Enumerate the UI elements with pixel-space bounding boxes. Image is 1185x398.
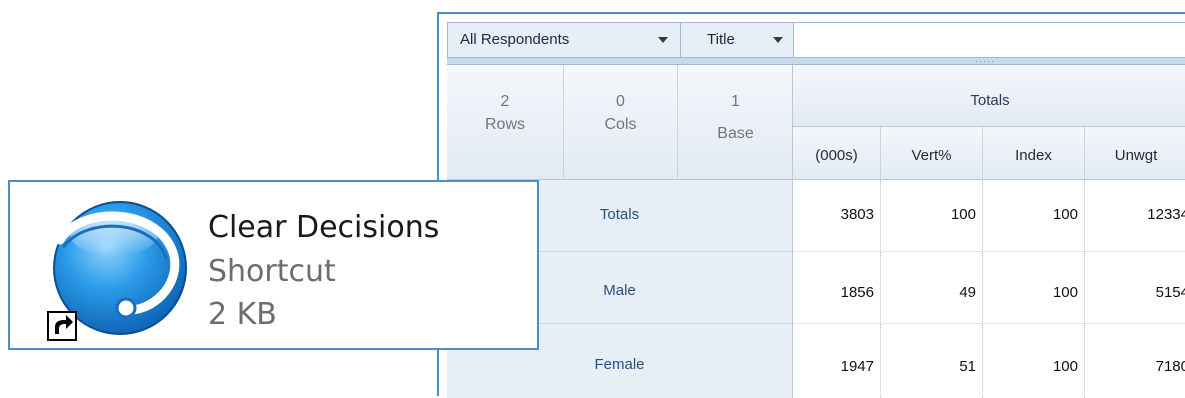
table-cell[interactable]: 100 [881, 180, 983, 252]
rows-summary[interactable]: 2 Rows [447, 65, 564, 180]
shortcut-tile[interactable]: Clear Decisions Shortcut 2 KB [8, 180, 539, 350]
splitter-handle[interactable]: ····· [447, 56, 1185, 66]
column-header[interactable]: (000s) [793, 127, 881, 180]
table-cell[interactable]: 7180 [1085, 324, 1185, 398]
shortcut-name: Clear Decisions [208, 210, 440, 245]
table-cell[interactable]: 100 [983, 180, 1085, 252]
shortcut-type: Shortcut [208, 254, 336, 289]
base-summary[interactable]: 1 Base [678, 65, 793, 180]
respondents-dropdown[interactable]: All Respondents [448, 23, 681, 57]
table-cell[interactable]: 5154 [1085, 252, 1185, 324]
column-group-header: Totals [793, 65, 1185, 127]
table-cell[interactable]: 1947 [793, 324, 881, 398]
column-header[interactable]: Index [983, 127, 1085, 180]
table-cell[interactable]: 49 [881, 252, 983, 324]
crosstab-window: All Respondents Title ····· 2 Rows 0 Col… [437, 12, 1185, 398]
clear-decisions-globe-icon [47, 201, 187, 341]
table-cell[interactable]: 12334 [1085, 180, 1185, 252]
table-cell[interactable]: 100 [983, 252, 1085, 324]
table-cell[interactable]: 51 [881, 324, 983, 398]
rows-count: 2 [500, 93, 510, 110]
title-dropdown-label: Title [707, 31, 735, 48]
respondents-dropdown-label: All Respondents [460, 31, 570, 48]
cols-count: 0 [616, 93, 625, 110]
column-headers: (000s) Vert% Index Unwgt [793, 127, 1185, 180]
table-row: 1856 49 100 5154 [793, 252, 1185, 324]
base-label: Base [717, 125, 754, 142]
row-label: Female [594, 356, 645, 373]
table-cell[interactable]: 1856 [793, 252, 881, 324]
chevron-down-icon [658, 37, 668, 43]
title-text-field[interactable] [794, 23, 1185, 57]
table-row: 1947 51 100 7180 [793, 324, 1185, 398]
table-cell[interactable]: 100 [983, 324, 1085, 398]
grip-icon: ····· [975, 56, 995, 66]
cols-label: Cols [604, 116, 637, 133]
rows-label: Rows [484, 116, 525, 133]
axis-summary-header: 2 Rows 0 Cols 1 Base [447, 65, 793, 180]
title-dropdown[interactable]: Title [681, 23, 794, 57]
column-header[interactable]: Vert% [881, 127, 983, 180]
shortcut-size: 2 KB [208, 297, 277, 332]
base-count: 1 [731, 93, 740, 110]
chevron-down-icon [773, 37, 783, 43]
column-header[interactable]: Unwgt [1085, 127, 1185, 180]
toolbar: All Respondents Title [447, 22, 1185, 58]
table-cell[interactable]: 3803 [793, 180, 881, 252]
cols-summary[interactable]: 0 Cols [564, 65, 678, 180]
table-row: 3803 100 100 12334 [793, 180, 1185, 252]
